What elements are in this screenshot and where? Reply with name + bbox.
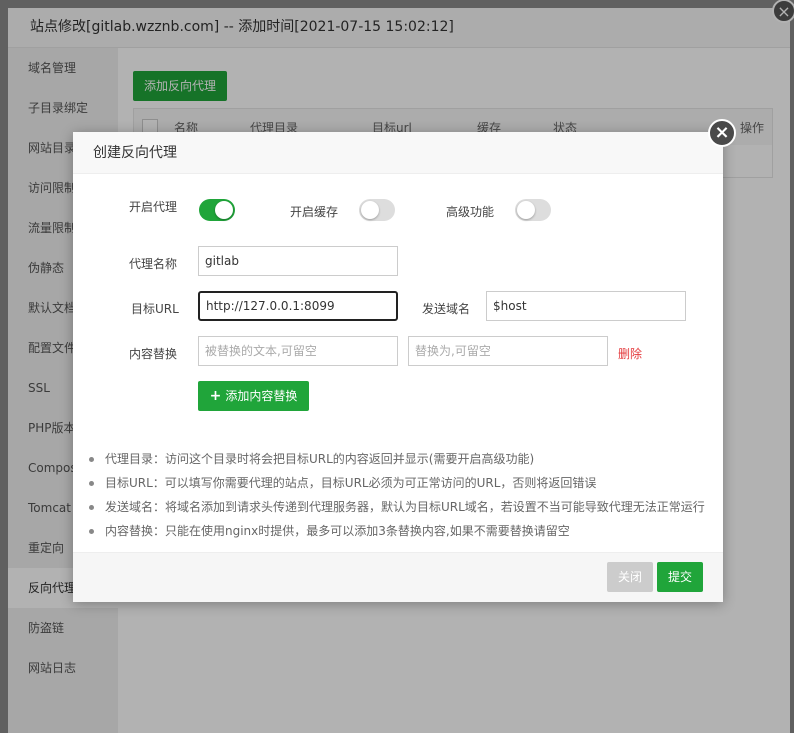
target-url-input[interactable]	[198, 291, 398, 321]
note-text: 代理目录：访问这个目录时将会把目标URL的内容返回并显示(需要开启高级功能)	[105, 452, 535, 466]
note-item: 内容替换：只能在使用nginx时提供，最多可以添加3条替换内容,如果不需要替换请…	[89, 522, 705, 546]
send-domain-label: 发送域名	[422, 302, 471, 316]
create-reverse-proxy-dialog: 创建反向代理 × 开启代理 开启缓存 高级功能 代理名称 目标URL 发送域名 …	[73, 119, 736, 602]
enable-proxy-label: 开启代理	[129, 200, 178, 214]
add-content-replace-button[interactable]: + 添加内容替换	[198, 381, 309, 411]
advanced-toggle[interactable]	[515, 199, 551, 221]
add-content-replace-label: 添加内容替换	[225, 389, 298, 403]
enable-cache-label: 开启缓存	[290, 205, 339, 219]
close-button[interactable]: 关闭	[607, 562, 653, 592]
replace-to-input[interactable]	[408, 336, 608, 366]
submit-button[interactable]: 提交	[657, 562, 703, 592]
note-item: 目标URL：可以填写你需要代理的站点，目标URL必须为可正常访问的URL，否则将…	[89, 474, 705, 498]
note-text: 目标URL：可以填写你需要代理的站点，目标URL必须为可正常访问的URL，否则将…	[105, 476, 597, 490]
proxy-name-input[interactable]	[198, 246, 398, 276]
note-text: 发送域名：将域名添加到请求头传递到代理服务器，默认为目标URL域名，若设置不当可…	[105, 500, 705, 514]
help-notes: 代理目录：访问这个目录时将会把目标URL的内容返回并显示(需要开启高级功能) 目…	[89, 450, 705, 546]
bullet-icon	[89, 529, 94, 534]
enable-cache-toggle[interactable]	[359, 199, 395, 221]
send-domain-input[interactable]	[486, 291, 686, 321]
note-item: 发送域名：将域名添加到请求头传递到代理服务器，默认为目标URL域名，若设置不当可…	[89, 498, 705, 522]
plus-icon: +	[209, 388, 222, 404]
dialog-footer: 关闭 提交	[73, 552, 723, 602]
delete-replace-link[interactable]: 删除	[618, 345, 642, 362]
dialog-title: 创建反向代理	[73, 132, 723, 174]
advanced-label: 高级功能	[446, 205, 495, 219]
close-icon[interactable]: ×	[708, 119, 736, 147]
bullet-icon	[89, 457, 94, 462]
bullet-icon	[89, 481, 94, 486]
enable-proxy-toggle[interactable]	[199, 199, 235, 221]
note-text: 内容替换：只能在使用nginx时提供，最多可以添加3条替换内容,如果不需要替换请…	[105, 524, 570, 538]
proxy-name-label: 代理名称	[129, 257, 178, 271]
note-item: 代理目录：访问这个目录时将会把目标URL的内容返回并显示(需要开启高级功能)	[89, 450, 705, 474]
replace-from-input[interactable]	[198, 336, 398, 366]
target-url-label: 目标URL	[131, 302, 179, 316]
content-replace-label: 内容替换	[129, 347, 178, 361]
bullet-icon	[89, 505, 94, 510]
